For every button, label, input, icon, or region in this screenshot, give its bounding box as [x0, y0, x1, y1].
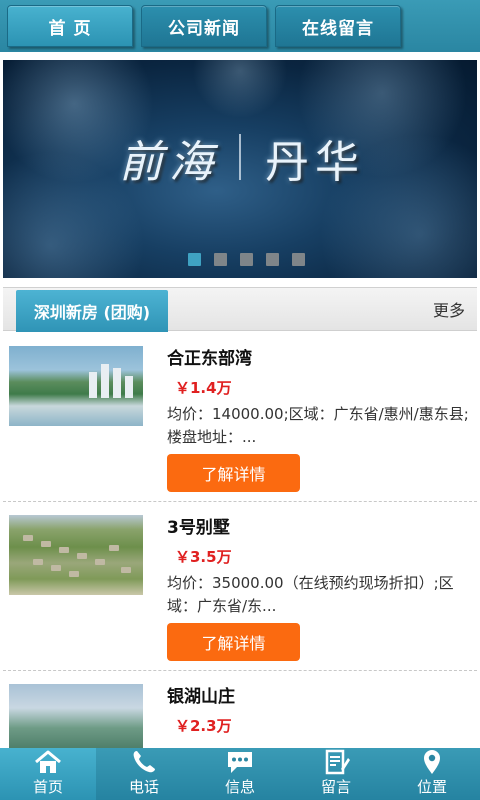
phone-icon — [133, 751, 155, 773]
section-title-tab[interactable]: 深圳新房 (团购) — [16, 290, 168, 332]
tab-home[interactable]: 首 页 — [7, 5, 133, 47]
bottom-nav-phone[interactable]: 电话 — [96, 748, 192, 800]
carousel-dot[interactable] — [266, 253, 279, 266]
tab-company-news[interactable]: 公司新闻 — [141, 5, 267, 47]
home-icon — [35, 750, 61, 773]
top-nav: 首 页 公司新闻 在线留言 — [0, 0, 480, 52]
more-link[interactable]: 更多 — [433, 297, 465, 321]
listing-item[interactable]: 合正东部湾 ￥1.4万 均价：14000.00;区域：广东省/惠州/惠东县;楼盘… — [3, 336, 477, 502]
banner-divider — [239, 134, 241, 180]
carousel-dot[interactable] — [214, 253, 227, 266]
bottom-nav-location[interactable]: 位置 — [384, 748, 480, 800]
bottom-nav-label: 信息 — [224, 778, 255, 796]
carousel-dot[interactable] — [240, 253, 253, 266]
section-header: 深圳新房 (团购) 更多 — [3, 287, 477, 332]
message-icon — [228, 752, 252, 773]
note-icon — [325, 749, 350, 775]
bottom-nav-label: 位置 — [416, 778, 447, 796]
listing-thumbnail[interactable] — [9, 346, 143, 426]
listing-description: 均价：35000.00（在线预约现场折扣）;区域：广东省/东... — [167, 574, 454, 615]
carousel-indicators — [188, 253, 305, 266]
bottom-nav-note[interactable]: 留言 — [288, 748, 384, 800]
listing-thumbnail[interactable] — [9, 515, 143, 595]
listing-price: ￥2.3万 — [175, 717, 232, 735]
details-button[interactable]: 了解详情 — [167, 623, 300, 661]
bottom-nav-home[interactable]: 首页 — [0, 748, 96, 800]
details-button[interactable]: 了解详情 — [167, 454, 300, 492]
listing-name[interactable]: 银湖山庄 — [167, 682, 235, 707]
banner-title-left: 前海 — [119, 137, 219, 188]
listing-price: ￥1.4万 — [175, 379, 232, 397]
bottom-nav: 首页 电话 信息 留言 位置 — [0, 748, 480, 800]
banner-carousel[interactable]: 前海 丹华 — [3, 60, 477, 278]
carousel-dot[interactable] — [292, 253, 305, 266]
tab-online-message[interactable]: 在线留言 — [275, 5, 401, 47]
listing-item[interactable]: 3号别墅 ￥3.5万 均价：35000.00（在线预约现场折扣）;区域：广东省/… — [3, 505, 477, 671]
location-icon — [424, 750, 440, 774]
bottom-nav-label: 留言 — [320, 778, 351, 796]
listing-name[interactable]: 3号别墅 — [167, 513, 230, 538]
listing-description: 均价：14000.00;区域：广东省/惠州/惠东县;楼盘地址：... — [167, 405, 469, 446]
bottom-nav-label: 电话 — [128, 778, 159, 796]
listing-price: ￥3.5万 — [175, 548, 232, 566]
bottom-nav-label: 首页 — [32, 778, 63, 796]
carousel-dot[interactable] — [188, 253, 201, 266]
bottom-nav-message[interactable]: 信息 — [192, 748, 288, 800]
banner-title-right: 丹华 — [265, 137, 365, 188]
listing-name[interactable]: 合正东部湾 — [167, 344, 252, 369]
